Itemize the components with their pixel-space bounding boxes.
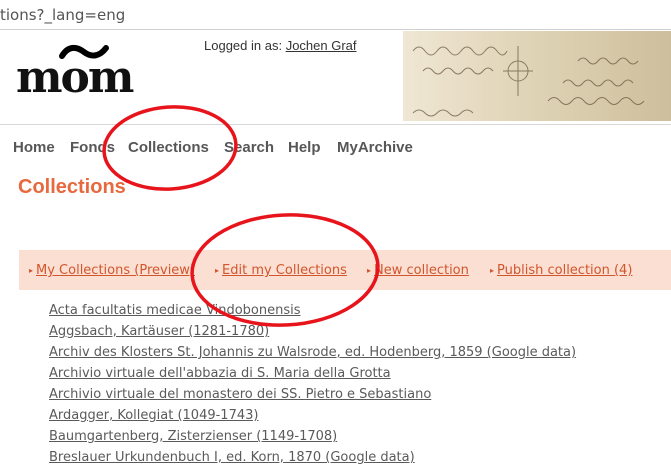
list-item: Aggsbach, Kartäuser (1281-1780) (49, 323, 576, 344)
list-item: Baumgartenberg, Zisterzienser (1149-1708… (49, 428, 576, 449)
header-parchment-image (403, 31, 671, 121)
collections-tabbar: ▸ My Collections (Preview) ▸ Edit my Colle… (19, 250, 671, 290)
list-item: Archivio virtuale dell'abbazia di S. Mar… (49, 365, 576, 386)
list-item: Archiv des Klosters St. Johannis zu Wals… (49, 344, 576, 365)
collection-link[interactable]: Ardagger, Kollegiat (1049-1743) (49, 408, 258, 423)
collection-link[interactable]: Aggsbach, Kartäuser (1281-1780) (49, 324, 269, 339)
collection-link[interactable]: Baumgartenberg, Zisterzienser (1149-1708… (49, 429, 337, 444)
tab-label: New collection (374, 263, 469, 278)
collection-link[interactable]: Archivio virtuale del monastero dei SS. … (49, 387, 431, 402)
header-divider (0, 124, 671, 125)
arrow-right-icon: ▸ (29, 266, 34, 275)
user-name-link[interactable]: Jochen Graf (286, 38, 357, 53)
address-bar-text[interactable]: tions?_lang=eng (0, 0, 125, 30)
nav-search[interactable]: Search (224, 139, 274, 156)
nav-fonds[interactable]: Fonds (70, 139, 115, 156)
list-item: Ardagger, Kollegiat (1049-1743) (49, 407, 576, 428)
collection-link[interactable]: Breslauer Urkundenbuch I, ed. Korn, 1870… (49, 450, 415, 465)
tab-publish-collection[interactable]: ▸ Publish collection (4) (490, 263, 632, 278)
login-info: Logged in as: Jochen Graf (204, 38, 357, 53)
collection-link[interactable]: Archivio virtuale dell'abbazia di S. Mar… (49, 366, 391, 381)
arrow-right-icon: ▸ (367, 266, 372, 275)
list-item: Archivio virtuale del monastero dei SS. … (49, 386, 576, 407)
tab-new-collection[interactable]: ▸ New collection (367, 263, 469, 278)
nav-help[interactable]: Help (288, 139, 321, 156)
collection-link[interactable]: Archiv des Klosters St. Johannis zu Wals… (49, 345, 576, 360)
nav-myarchive[interactable]: MyArchive (337, 139, 413, 156)
list-item: Acta facultatis medicae Vindobonensis (49, 302, 576, 323)
collection-link[interactable]: Acta facultatis medicae Vindobonensis (49, 303, 301, 318)
page-title: Collections (18, 176, 126, 198)
tab-my-collections[interactable]: ▸ My Collections (Preview) (29, 263, 195, 278)
arrow-right-icon: ▸ (490, 266, 495, 275)
tab-label: Edit my Collections (222, 263, 347, 278)
logo-text: mom (16, 52, 134, 100)
site-logo[interactable]: mom (14, 40, 144, 103)
login-prefix: Logged in as: (204, 38, 283, 53)
collections-list: Acta facultatis medicae Vindobonensis Ag… (49, 302, 576, 470)
list-item: Breslauer Urkundenbuch I, ed. Korn, 1870… (49, 449, 576, 470)
nav-collections[interactable]: Collections (128, 139, 209, 156)
nav-home[interactable]: Home (13, 139, 55, 156)
tab-label: My Collections (Preview) (36, 263, 196, 278)
address-bar[interactable]: tions?_lang=eng (0, 0, 671, 30)
manuscript-image (412, 46, 645, 117)
tab-label: Publish collection (4) (497, 263, 633, 278)
arrow-right-icon: ▸ (215, 266, 220, 275)
tab-edit-my-collections[interactable]: ▸ Edit my Collections (215, 263, 347, 278)
mom-logo-icon: mom (16, 44, 136, 103)
